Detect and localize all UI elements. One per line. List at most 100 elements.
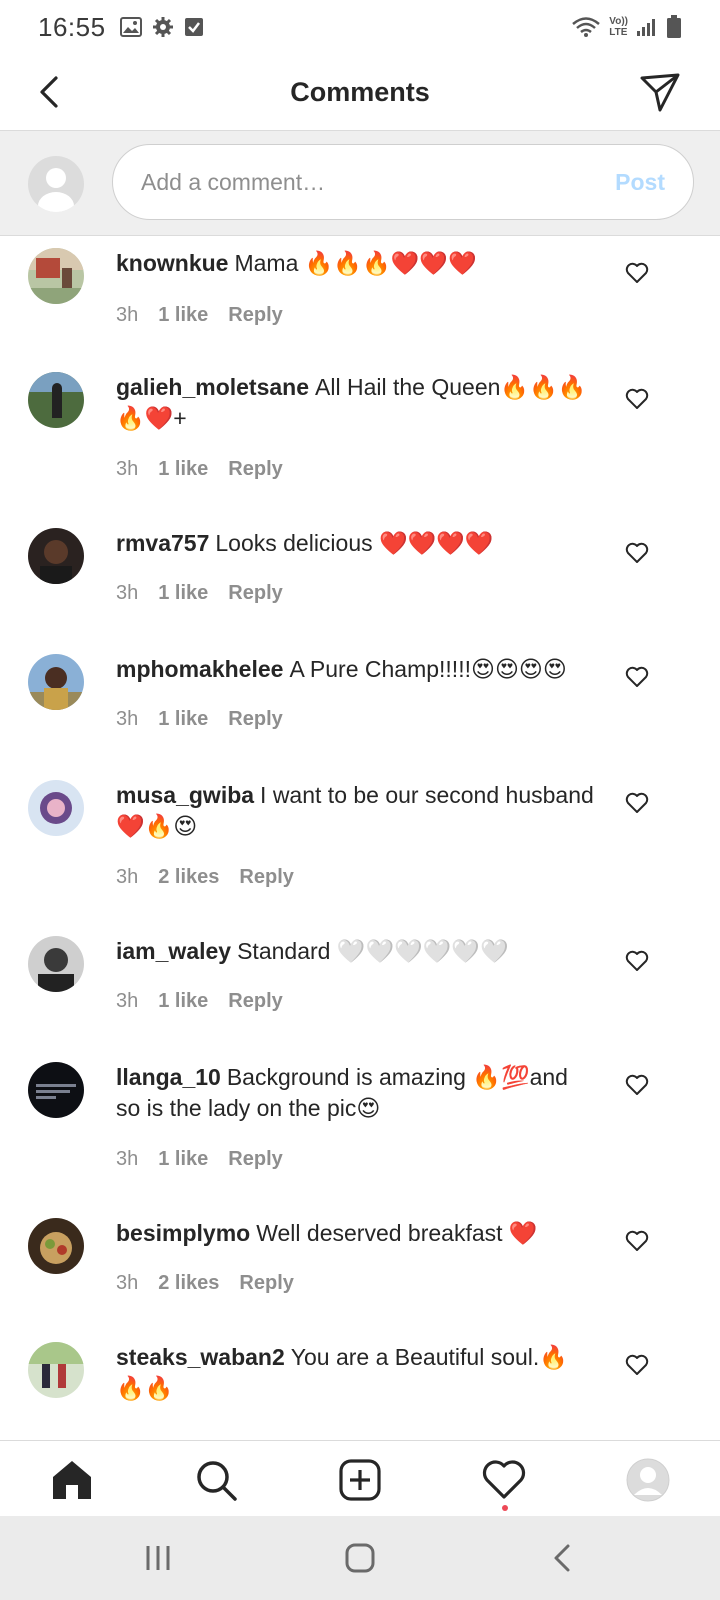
send-icon[interactable] bbox=[638, 70, 682, 114]
back-chevron-icon[interactable] bbox=[30, 72, 70, 112]
status-right-icons: Vo)) LTE bbox=[571, 15, 682, 39]
comment-likes[interactable]: 2 likes bbox=[158, 866, 219, 889]
activity-heart-icon[interactable] bbox=[481, 1457, 527, 1503]
post-button[interactable]: Post bbox=[615, 169, 665, 196]
comment-time: 3h bbox=[116, 866, 139, 888]
comment-text: musa_gwiba I want to be our second husban… bbox=[116, 780, 596, 842]
comment-likes[interactable]: 1 like bbox=[158, 582, 208, 605]
comments-list: knownkue Mama 🔥🔥🔥❤️❤️❤️ 3h 1 like Reply g… bbox=[0, 236, 720, 1440]
recents-icon[interactable] bbox=[140, 1540, 176, 1576]
volte-top-label: Vo)) bbox=[609, 16, 628, 27]
reply-button[interactable]: Reply bbox=[239, 1272, 293, 1295]
comment-likes[interactable]: 1 like bbox=[158, 990, 208, 1013]
comment-avatar[interactable] bbox=[28, 1218, 84, 1274]
comment-avatar[interactable] bbox=[28, 372, 84, 428]
signal-icon bbox=[637, 19, 655, 36]
like-heart-icon[interactable] bbox=[625, 1230, 649, 1252]
like-heart-icon[interactable] bbox=[625, 388, 649, 410]
comment-time: 3h bbox=[116, 582, 139, 604]
comment-username[interactable]: musa_gwiba bbox=[116, 782, 254, 808]
comment-username[interactable]: llanga_10 bbox=[116, 1064, 221, 1090]
comment-meta: 3h 1 like Reply bbox=[116, 458, 283, 481]
activity-notification-dot bbox=[502, 1505, 508, 1511]
volte-bottom-label: LTE bbox=[609, 27, 628, 38]
page-title: Comments bbox=[290, 76, 430, 107]
comment-username[interactable]: iam_waley bbox=[116, 938, 231, 964]
bottom-navigation bbox=[0, 1440, 720, 1516]
comment-avatar[interactable] bbox=[28, 1062, 84, 1118]
reply-button[interactable]: Reply bbox=[239, 866, 293, 889]
comment-meta: 3h 1 like Reply bbox=[116, 1148, 283, 1171]
comment-username[interactable]: rmva757 bbox=[116, 530, 209, 556]
my-avatar bbox=[28, 156, 84, 212]
like-heart-icon[interactable] bbox=[625, 1354, 649, 1376]
comment-likes[interactable]: 1 like bbox=[158, 304, 208, 327]
comment-text: iam_waley Standard 🤍🤍🤍🤍🤍🤍 bbox=[116, 936, 596, 967]
reply-button[interactable]: Reply bbox=[228, 708, 282, 731]
comment-avatar[interactable] bbox=[28, 936, 84, 992]
comment-input-placeholder: Add a comment… bbox=[141, 168, 326, 195]
add-post-icon[interactable] bbox=[337, 1457, 383, 1503]
comment-text: knownkue Mama 🔥🔥🔥❤️❤️❤️ bbox=[116, 248, 596, 279]
default-avatar-icon bbox=[38, 168, 74, 212]
search-icon[interactable] bbox=[193, 1457, 239, 1503]
battery-icon bbox=[667, 15, 681, 38]
comment-likes[interactable]: 1 like bbox=[158, 1148, 208, 1171]
comment-avatar[interactable] bbox=[28, 654, 84, 710]
comment-avatar[interactable] bbox=[28, 1342, 84, 1398]
comment-likes[interactable]: 2 likes bbox=[158, 1272, 219, 1295]
comment-username[interactable]: mphomakhelee bbox=[116, 656, 283, 682]
comment-avatar[interactable] bbox=[28, 528, 84, 584]
status-bar: 16:55 Vo)) LTE bbox=[0, 0, 720, 54]
status-left-icons bbox=[119, 16, 204, 38]
comment-likes[interactable]: 1 like bbox=[158, 708, 208, 731]
comment-text: rmva757 Looks delicious ❤️❤️❤️❤️ bbox=[116, 528, 596, 559]
comment-time: 3h bbox=[116, 708, 139, 730]
like-heart-icon[interactable] bbox=[625, 792, 649, 814]
comment-composer: Add a comment… Post bbox=[0, 130, 720, 236]
comment-time: 3h bbox=[116, 304, 139, 326]
home-icon[interactable] bbox=[49, 1457, 95, 1503]
comment-meta: 3h 2 likes Reply bbox=[116, 1272, 294, 1295]
reply-button[interactable]: Reply bbox=[228, 990, 282, 1013]
comment-time: 3h bbox=[116, 1148, 139, 1170]
comment-input[interactable]: Add a comment… Post bbox=[112, 144, 694, 220]
comment-text: galieh_moletsane All Hail the Queen🔥🔥🔥🔥❤️… bbox=[116, 372, 596, 434]
comment-username[interactable]: knownkue bbox=[116, 250, 228, 276]
comment-text: llanga_10 Background is amazing 🔥💯and so … bbox=[116, 1062, 596, 1124]
comment-meta: 3h 1 like Reply bbox=[116, 582, 283, 605]
like-heart-icon[interactable] bbox=[625, 262, 649, 284]
like-heart-icon[interactable] bbox=[625, 542, 649, 564]
comment-time: 3h bbox=[116, 458, 139, 480]
comment-username[interactable]: steaks_waban2 bbox=[116, 1344, 285, 1370]
comment-text: steaks_waban2 You are a Beautiful soul.🔥🔥… bbox=[116, 1342, 596, 1404]
like-heart-icon[interactable] bbox=[625, 1074, 649, 1096]
comment-username[interactable]: galieh_moletsane bbox=[116, 374, 309, 400]
comment-message: Well deserved breakfast ❤️ bbox=[256, 1220, 538, 1246]
reply-button[interactable]: Reply bbox=[228, 458, 282, 481]
back-icon[interactable] bbox=[544, 1540, 580, 1576]
comment-username[interactable]: besimplymo bbox=[116, 1220, 250, 1246]
reply-button[interactable]: Reply bbox=[228, 1148, 282, 1171]
comment-meta: 3h 1 like Reply bbox=[116, 304, 283, 327]
comment-meta: 3h 1 like Reply bbox=[116, 708, 283, 731]
reply-button[interactable]: Reply bbox=[228, 582, 282, 605]
wifi-icon bbox=[572, 17, 601, 37]
home-button-icon[interactable] bbox=[342, 1540, 378, 1576]
system-navigation-bar bbox=[0, 1516, 720, 1600]
comment-message: A Pure Champ!!!!!😍😍😍😍 bbox=[289, 656, 567, 682]
like-heart-icon[interactable] bbox=[625, 666, 649, 688]
checkbox-icon bbox=[184, 18, 203, 36]
gear-icon bbox=[152, 17, 173, 37]
comment-avatar[interactable] bbox=[28, 248, 84, 304]
reply-button[interactable]: Reply bbox=[228, 304, 282, 327]
like-heart-icon[interactable] bbox=[625, 950, 649, 972]
comment-avatar[interactable] bbox=[28, 780, 84, 836]
comment-likes[interactable]: 1 like bbox=[158, 458, 208, 481]
comment-time: 3h bbox=[116, 1272, 139, 1294]
volte-indicator: Vo)) LTE bbox=[609, 16, 628, 38]
image-icon bbox=[119, 17, 142, 37]
comment-message: Mama 🔥🔥🔥❤️❤️❤️ bbox=[234, 250, 477, 276]
profile-avatar-icon[interactable] bbox=[625, 1457, 671, 1503]
comment-meta: 3h 2 likes Reply bbox=[116, 866, 294, 889]
